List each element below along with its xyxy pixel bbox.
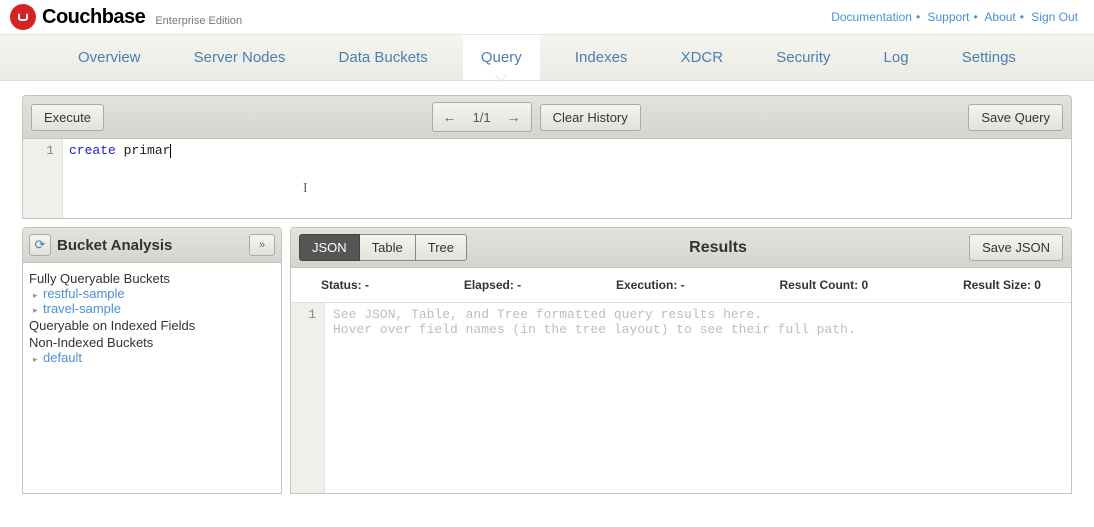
brand-name: Couchbase xyxy=(42,6,145,29)
refresh-icon: ⟳ xyxy=(35,237,46,253)
nav-indexes[interactable]: Indexes xyxy=(557,35,646,80)
editor-line-number: 1 xyxy=(23,143,54,158)
save-json-button[interactable]: Save JSON xyxy=(969,234,1063,261)
bucket-analysis-title: Bucket Analysis xyxy=(57,237,243,254)
results-gutter: 1 xyxy=(291,303,325,493)
ibeam-cursor-icon: I xyxy=(303,181,308,197)
history-prev-button[interactable]: ← xyxy=(437,106,463,128)
main-nav: Overview Server Nodes Data Buckets Query… xyxy=(0,34,1094,81)
brand: Couchbase Enterprise Edition xyxy=(10,4,242,30)
results-placeholder: See JSON, Table, and Tree formatted quer… xyxy=(325,303,1071,493)
results-placeholder-line: Hover over field names (in the tree layo… xyxy=(333,322,856,337)
results-title: Results xyxy=(475,239,961,257)
triangle-icon: ▸ xyxy=(33,354,43,365)
bucket-analysis-panel: ⟳ Bucket Analysis » Fully Queryable Buck… xyxy=(22,227,282,494)
bucket-group-non-indexed: Non-Indexed Buckets xyxy=(29,335,275,350)
stat-elapsed: Elapsed: - xyxy=(464,278,521,292)
stat-execution: Execution: - xyxy=(616,278,685,292)
stat-status: Status: - xyxy=(321,278,369,292)
editor-text: primar xyxy=(116,143,171,158)
link-support[interactable]: Support xyxy=(927,10,969,24)
brand-edition: Enterprise Edition xyxy=(155,15,242,30)
bucket-item-travel-sample[interactable]: ▸travel-sample xyxy=(29,301,275,316)
editor-keyword: create xyxy=(69,143,116,158)
top-links: Documentation• Support• About• Sign Out xyxy=(831,10,1078,24)
stat-result-size: Result Size: 0 xyxy=(963,278,1041,292)
collapse-button[interactable]: » xyxy=(249,234,275,256)
nav-overview[interactable]: Overview xyxy=(60,35,159,80)
nav-security[interactable]: Security xyxy=(758,35,848,80)
nav-xdcr[interactable]: XDCR xyxy=(663,35,742,80)
results-tab-group: JSON Table Tree xyxy=(299,234,467,261)
tab-tree[interactable]: Tree xyxy=(416,234,467,261)
bucket-item-label: travel-sample xyxy=(43,301,121,316)
query-editor[interactable]: 1 create primar I xyxy=(22,139,1072,219)
clear-history-button[interactable]: Clear History xyxy=(540,104,641,131)
results-placeholder-line: See JSON, Table, and Tree formatted quer… xyxy=(333,307,762,322)
stat-result-count: Result Count: 0 xyxy=(779,278,868,292)
nav-server-nodes[interactable]: Server Nodes xyxy=(176,35,304,80)
tab-table[interactable]: Table xyxy=(360,234,416,261)
save-query-button[interactable]: Save Query xyxy=(968,104,1063,131)
tab-json[interactable]: JSON xyxy=(299,234,360,261)
history-nav: ← 1/1 → xyxy=(432,102,532,132)
editor-gutter: 1 xyxy=(23,139,63,218)
link-sign-out[interactable]: Sign Out xyxy=(1031,10,1078,24)
nav-settings[interactable]: Settings xyxy=(944,35,1034,80)
nav-data-buckets[interactable]: Data Buckets xyxy=(321,35,446,80)
results-panel: JSON Table Tree Results Save JSON Status… xyxy=(290,227,1072,494)
chevron-right-icon: » xyxy=(259,239,265,251)
bucket-item-restful-sample[interactable]: ▸restful-sample xyxy=(29,286,275,301)
history-page-indicator: 1/1 xyxy=(473,110,491,125)
triangle-icon: ▸ xyxy=(33,305,43,316)
bucket-item-default[interactable]: ▸default xyxy=(29,350,275,365)
triangle-icon: ▸ xyxy=(33,290,43,301)
history-next-button[interactable]: → xyxy=(501,106,527,128)
refresh-button[interactable]: ⟳ xyxy=(29,234,51,256)
results-line-number: 1 xyxy=(291,307,316,322)
link-documentation[interactable]: Documentation xyxy=(831,10,912,24)
execute-button[interactable]: Execute xyxy=(31,104,104,131)
link-about[interactable]: About xyxy=(984,10,1015,24)
query-toolbar: Execute ← 1/1 → Clear History Save Query xyxy=(22,95,1072,139)
bucket-item-label: default xyxy=(43,350,82,365)
text-cursor-icon xyxy=(170,144,171,158)
editor-code-area[interactable]: create primar I xyxy=(63,139,1071,218)
results-stats: Status: - Elapsed: - Execution: - Result… xyxy=(291,268,1071,303)
bucket-group-fully-queryable: Fully Queryable Buckets xyxy=(29,271,275,286)
logo-icon xyxy=(10,4,36,30)
nav-log[interactable]: Log xyxy=(866,35,927,80)
bucket-group-indexed: Queryable on Indexed Fields xyxy=(29,318,275,333)
bucket-item-label: restful-sample xyxy=(43,286,125,301)
nav-query[interactable]: Query xyxy=(463,35,540,80)
